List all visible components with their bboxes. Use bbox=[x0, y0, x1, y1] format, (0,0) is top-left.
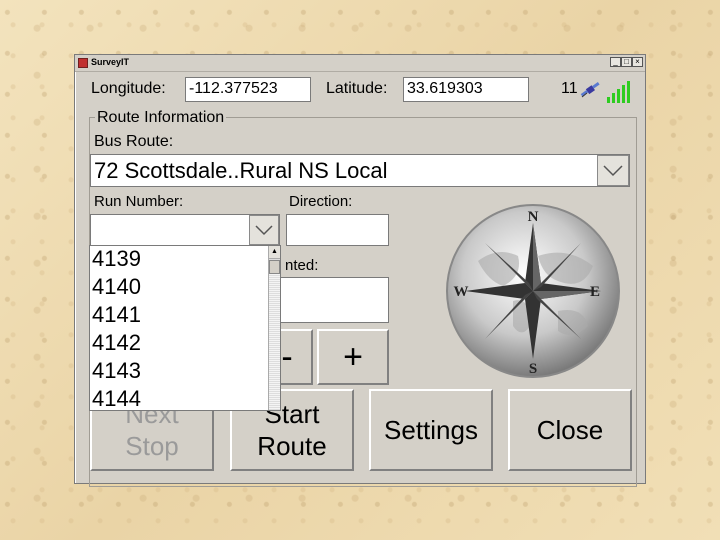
run-number-option[interactable]: 4144 bbox=[90, 386, 280, 410]
direction-label: Direction: bbox=[289, 193, 353, 210]
run-number-option[interactable]: 4141 bbox=[90, 302, 280, 330]
close-button[interactable]: Close bbox=[508, 389, 632, 471]
run-number-option[interactable]: 4142 bbox=[90, 330, 280, 358]
title-bar[interactable]: SurveyIT _ □ × bbox=[75, 55, 645, 72]
longitude-label: Longitude: bbox=[91, 80, 166, 97]
list-scrollbar[interactable]: ▲ bbox=[268, 246, 280, 410]
app-icon bbox=[78, 58, 88, 68]
run-number-dropdown-list[interactable]: 4139 4140 4141 4142 4143 4144 ▲ bbox=[89, 245, 281, 411]
compass-south: S bbox=[529, 361, 537, 377]
satellite-icon bbox=[580, 82, 600, 98]
scroll-thumb[interactable] bbox=[269, 260, 280, 274]
close-window-button[interactable]: × bbox=[632, 57, 643, 67]
compass-north: N bbox=[528, 209, 539, 225]
satellite-count: 11 bbox=[561, 80, 578, 97]
increment-button[interactable]: + bbox=[317, 329, 389, 385]
minimize-button[interactable]: _ bbox=[610, 57, 621, 67]
run-number-option[interactable]: 4139 bbox=[90, 246, 280, 274]
signal-strength-icon bbox=[605, 79, 635, 103]
latitude-label: Latitude: bbox=[326, 80, 388, 97]
run-number-option[interactable]: 4143 bbox=[90, 358, 280, 386]
longitude-field: -112.377523 bbox=[185, 77, 311, 102]
settings-button[interactable]: Settings bbox=[369, 389, 493, 471]
chevron-down-icon bbox=[603, 165, 623, 177]
direction-field[interactable] bbox=[286, 214, 389, 246]
compass-east: E bbox=[590, 284, 600, 300]
bus-route-label: Bus Route: bbox=[94, 133, 174, 150]
run-number-option[interactable]: 4140 bbox=[90, 274, 280, 302]
bus-route-dropdown-button[interactable] bbox=[597, 155, 629, 186]
counted-label: nted: bbox=[285, 257, 319, 274]
maximize-button[interactable]: □ bbox=[621, 57, 632, 67]
compass-west: W bbox=[454, 284, 469, 300]
window-title: SurveyIT bbox=[91, 57, 130, 67]
bus-route-select[interactable]: 72 Scottsdale..Rural NS Local bbox=[90, 154, 630, 187]
latitude-field: 33.619303 bbox=[403, 77, 529, 102]
app-window: SurveyIT _ □ × Longitude: -112.377523 La… bbox=[74, 54, 646, 487]
run-number-dropdown-button[interactable] bbox=[249, 215, 279, 245]
run-number-label: Run Number: bbox=[94, 193, 184, 210]
route-info-title: Route Information bbox=[95, 109, 227, 127]
scroll-up-icon[interactable]: ▲ bbox=[269, 246, 280, 259]
chevron-down-icon bbox=[255, 225, 273, 236]
compass-rose-icon: N S E W bbox=[446, 204, 620, 378]
counted-field bbox=[275, 277, 389, 323]
